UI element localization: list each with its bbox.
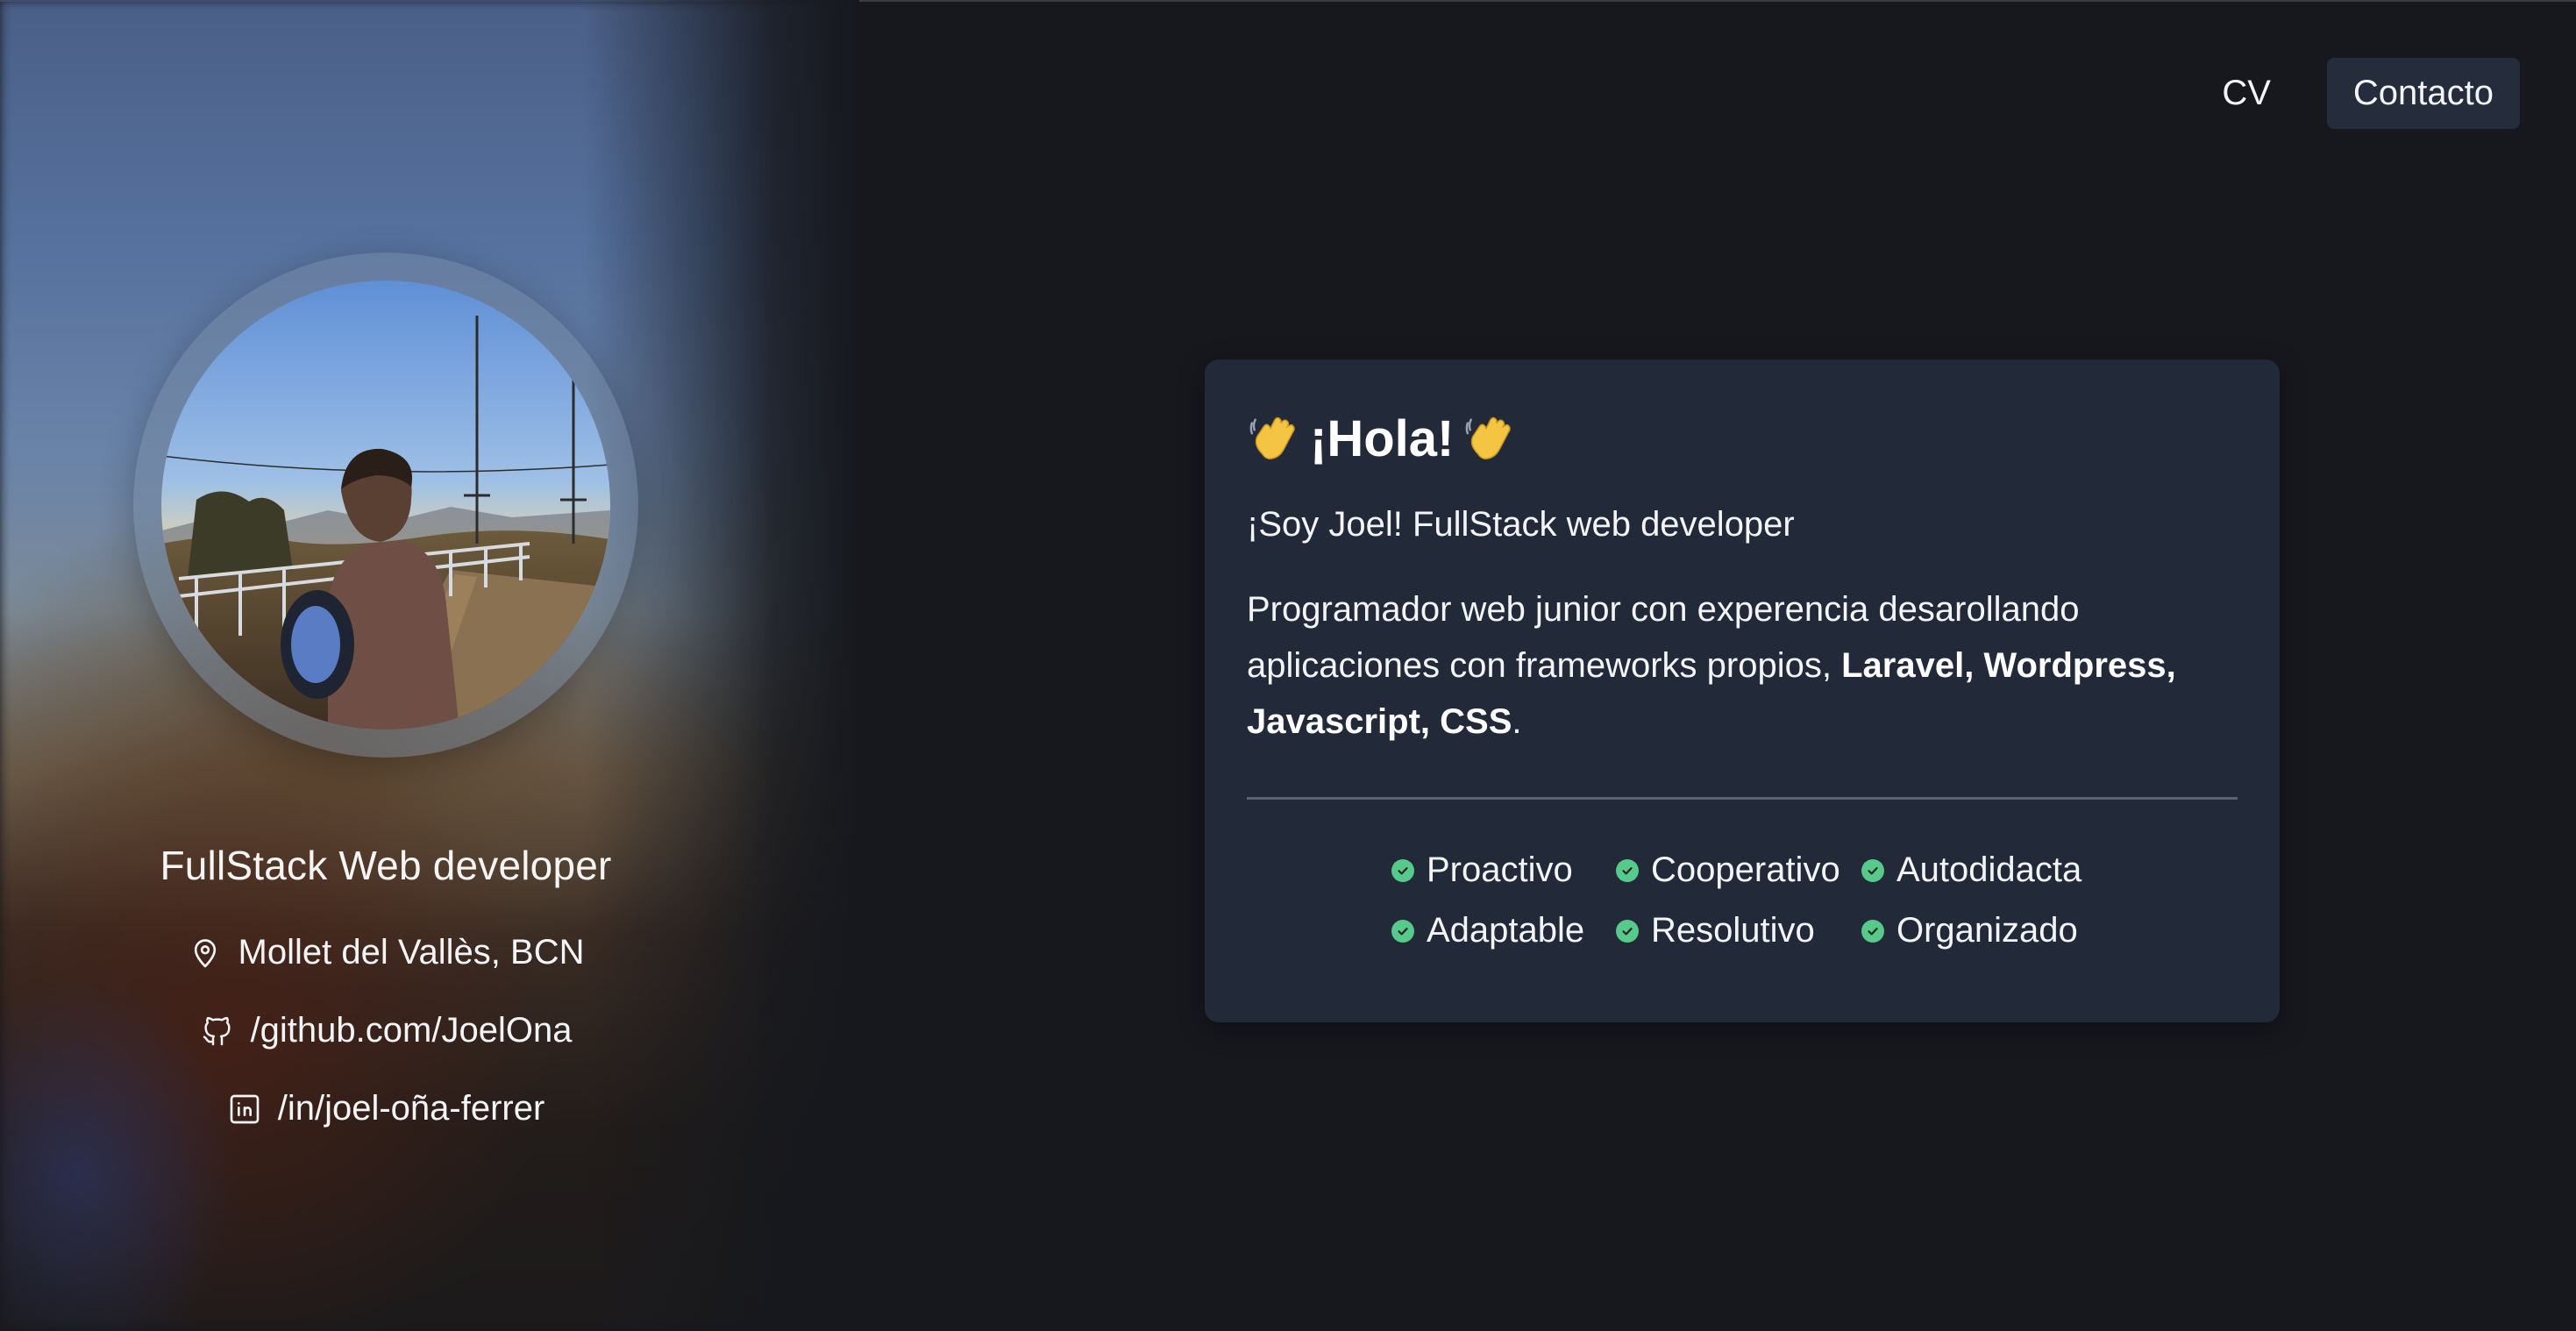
profile-role-title: FullStack Web developer [160, 843, 612, 888]
traits-list: Proactivo Cooperativo Autodidacta Adapta… [1391, 851, 2093, 950]
avatar [161, 281, 610, 730]
description-end: . [1512, 702, 1522, 741]
check-icon [1861, 858, 1884, 882]
location-text: Mollet del Vallès, BCN [238, 933, 585, 972]
check-icon [1391, 858, 1414, 882]
trait-label: Cooperativo [1651, 851, 1840, 889]
card-subtitle: ¡Soy Joel! FullStack web developer [1247, 505, 1795, 544]
card-title-text: ¡Hola! [1310, 409, 1455, 467]
location-row: Mollet del Vallès, BCN [0, 933, 772, 972]
github-link[interactable]: /github.com/JoelOna [251, 1011, 573, 1050]
linkedin-row[interactable]: /in/joel-oña-ferrer [0, 1089, 772, 1128]
profile-panel: FullStack Web developer Mollet del Vallè… [0, 0, 859, 1331]
trait-item: Autodidacta [1861, 851, 2093, 890]
github-row[interactable]: /github.com/JoelOna [0, 1011, 772, 1050]
check-icon [1861, 919, 1884, 943]
trait-label: Organizado [1896, 911, 2078, 950]
trait-label: Resolutivo [1651, 911, 1815, 950]
trait-item: Organizado [1861, 911, 2093, 950]
trait-item: Cooperativo [1616, 851, 1861, 890]
trait-label: Proactivo [1427, 851, 1573, 889]
card-title: ¡Hola! [1247, 402, 2238, 475]
linkedin-icon [227, 1092, 262, 1127]
portrait-photo [161, 281, 610, 730]
card-description: Programador web junior con experencia de… [1247, 581, 2238, 750]
page: FullStack Web developer Mollet del Vallè… [0, 0, 2576, 1331]
profile-info: FullStack Web developer Mollet del Vallè… [0, 842, 772, 1128]
check-icon [1391, 919, 1414, 943]
waving-hand-icon [1462, 411, 1517, 466]
nav-contacto-button[interactable]: Contacto [2326, 58, 2520, 129]
trait-label: Adaptable [1427, 911, 1585, 950]
trait-item: Adaptable [1391, 911, 1616, 950]
location-pin-icon [188, 936, 223, 971]
check-icon [1616, 858, 1639, 882]
check-icon [1616, 919, 1639, 943]
intro-card: ¡Hola! ¡Soy Joel! FullStack web develope… [1205, 359, 2280, 1022]
nav-cv-link[interactable]: CV [2195, 58, 2297, 129]
trait-label: Autodidacta [1896, 851, 2082, 889]
github-icon [200, 1014, 235, 1049]
trait-item: Proactivo [1391, 851, 1616, 890]
waving-hand-icon [1247, 411, 1301, 466]
card-divider [1247, 797, 2238, 800]
trait-item: Resolutivo [1616, 911, 1861, 950]
linkedin-link[interactable]: /in/joel-oña-ferrer [278, 1089, 545, 1128]
top-nav: CV Contacto [2195, 58, 2520, 129]
